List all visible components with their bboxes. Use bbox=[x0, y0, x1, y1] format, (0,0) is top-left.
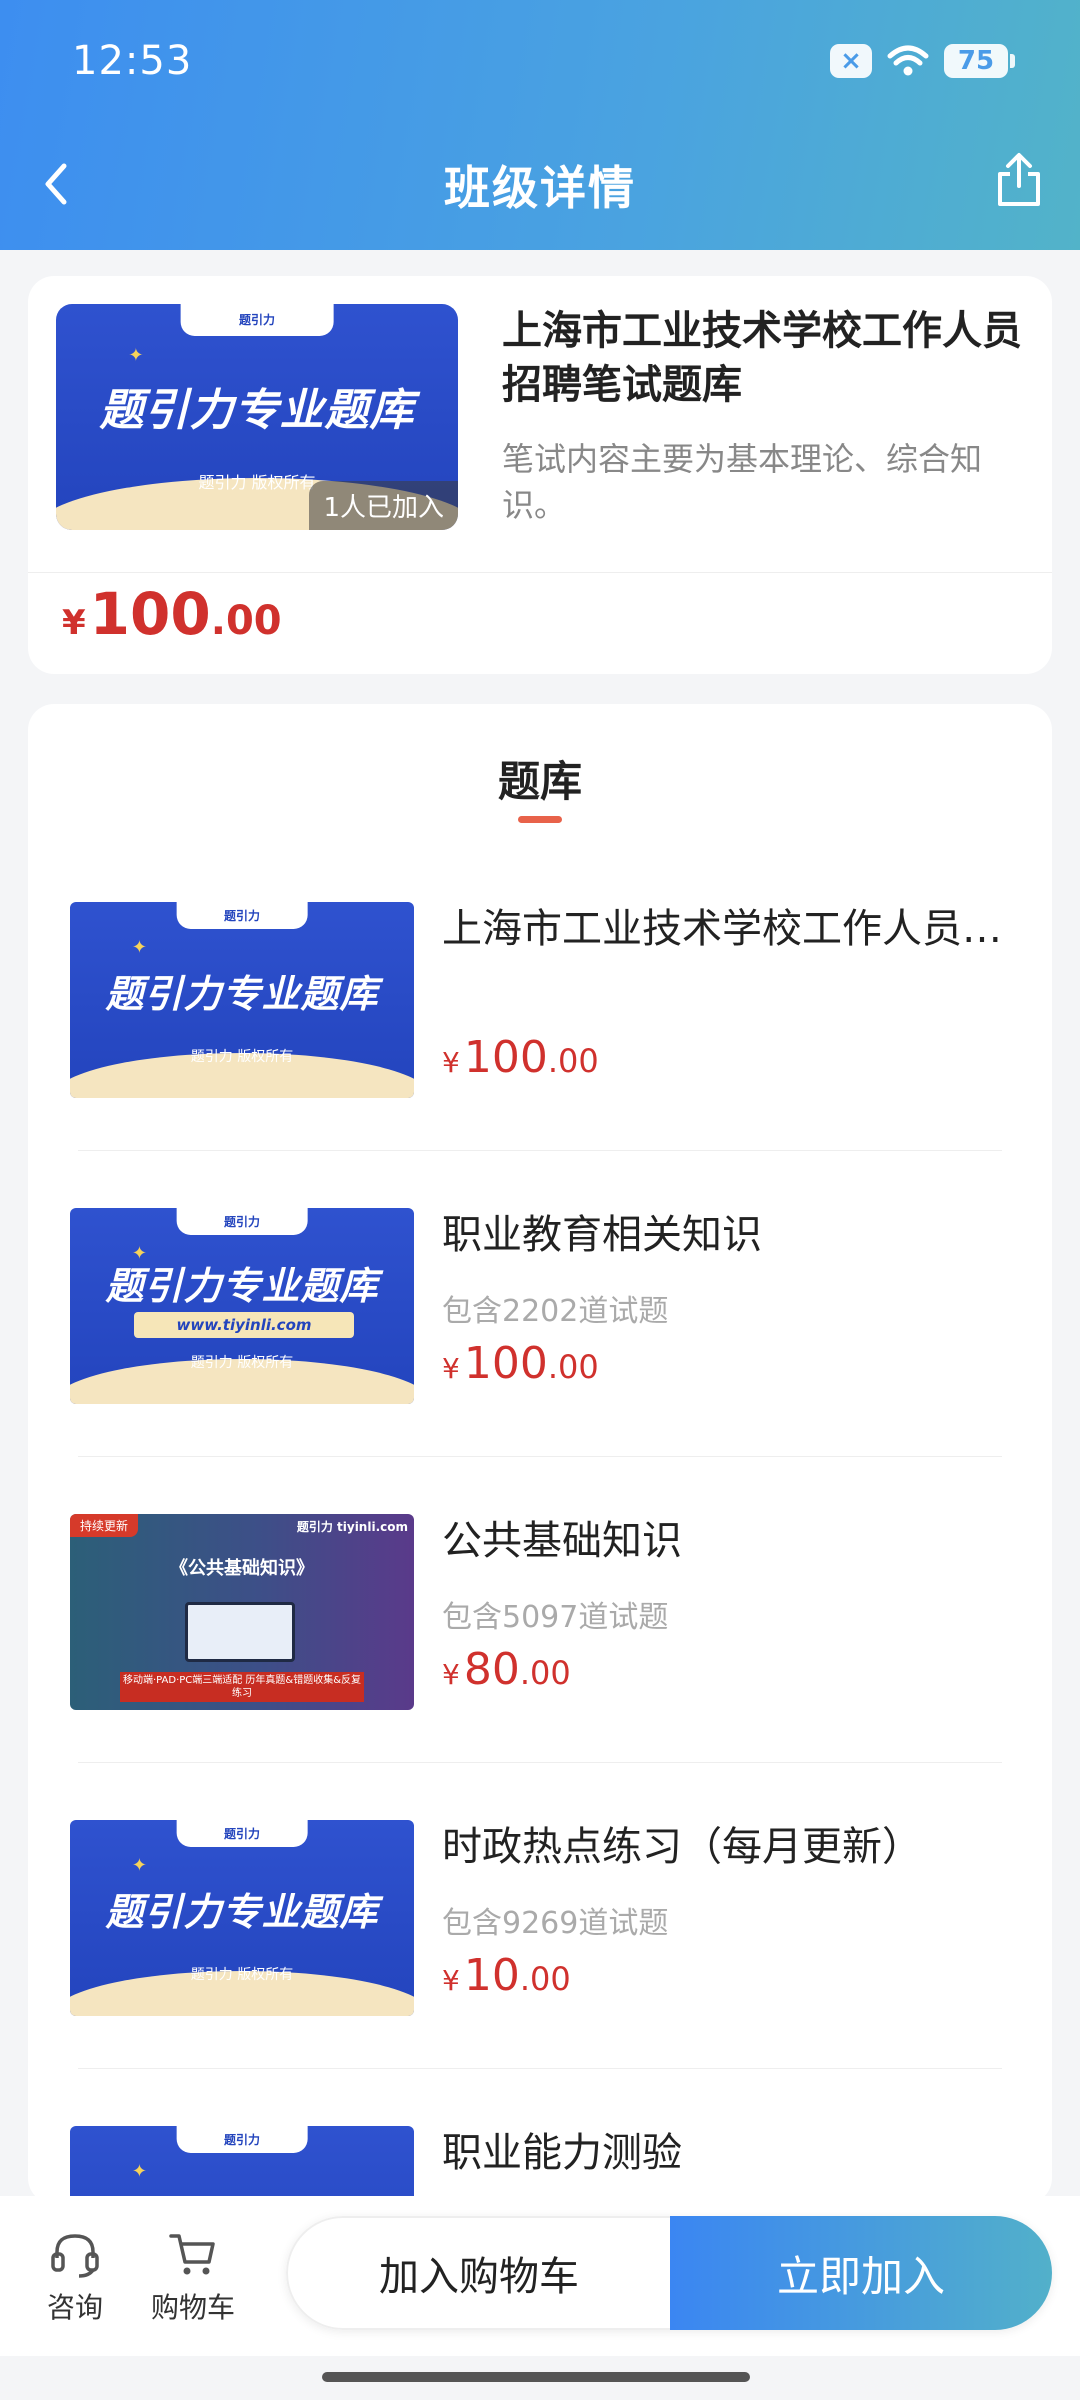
item-title: 公共基础知识 bbox=[442, 1518, 682, 1564]
price-decimal: .00 bbox=[210, 598, 282, 644]
list-item[interactable]: 题引力 ✦ 题引力专业题库 题引力 版权所有 时政热点练习（每月更新） 包含92… bbox=[28, 1820, 1052, 2126]
cover-bar: 移动端·PAD·PC端三端适配 历年真题&错题收集&反复练习 bbox=[120, 1672, 364, 1702]
home-indicator[interactable] bbox=[322, 2372, 750, 2382]
status-time: 12:53 bbox=[72, 38, 193, 84]
class-price: ¥ 100 .00 bbox=[62, 580, 282, 648]
cover-top-tag: 题引力 bbox=[176, 1208, 308, 1236]
cart-label: 购物车 bbox=[150, 2291, 235, 2324]
item-title: 职业教育相关知识 bbox=[442, 1212, 762, 1258]
list-item[interactable]: 题引力 ✦ 题引力专业题库 www.tiyinli.com 题引力 版权所有 职… bbox=[28, 1208, 1052, 1514]
headset-icon bbox=[51, 2234, 99, 2278]
divider bbox=[78, 1762, 1002, 1763]
item-count: 包含2202道试题 bbox=[442, 1294, 669, 1329]
joined-count: 1人已加入 bbox=[309, 481, 458, 530]
wifi-icon bbox=[887, 45, 929, 76]
cover-top-tag: 题引力 bbox=[180, 304, 334, 336]
cart-icon bbox=[169, 2234, 215, 2275]
star-icon: ✦ bbox=[131, 2161, 147, 2183]
item-cover-image: 题引力 ✦ 题引力专业题库 题引力 版权所有 bbox=[70, 1820, 414, 2016]
notification-x-icon: × bbox=[830, 44, 872, 78]
price-symbol: ¥ bbox=[442, 1046, 460, 1079]
cover-title: 题引力专业题库 bbox=[105, 1889, 379, 1934]
item-count: 包含5097道试题 bbox=[442, 1600, 669, 1635]
cart-button[interactable]: 购物车 bbox=[148, 2230, 238, 2326]
item-cover-image: 持续更新 题引力 tiyinli.com 《公共基础知识》 移动端·PAD·PC… bbox=[70, 1514, 414, 1710]
price-integer: 10 bbox=[463, 1950, 520, 2001]
consult-button[interactable]: 咨询 bbox=[30, 2230, 120, 2326]
class-cover-image: 题引力 ✦ 题引力专业题库 题引力 版权所有 1人已加入 bbox=[56, 304, 458, 530]
price-integer: 100 bbox=[463, 1032, 548, 1083]
list-item[interactable]: 题引力 ✦ 题引力专业题库 职业能力测验 bbox=[28, 2126, 1052, 2204]
price-integer: 80 bbox=[463, 1644, 520, 1695]
price-decimal: .00 bbox=[519, 1654, 571, 1692]
cover-title: 题引力专业题库 bbox=[105, 971, 379, 1016]
action-buttons: 加入购物车 立即加入 bbox=[286, 2216, 1052, 2330]
class-description: 笔试内容主要为基本理论、综合知识。 bbox=[502, 440, 983, 524]
cover-top-tag: 题引力 bbox=[176, 1820, 308, 1848]
price-symbol: ¥ bbox=[442, 1964, 460, 1997]
join-now-button[interactable]: 立即加入 bbox=[670, 2216, 1052, 2330]
divider bbox=[78, 1150, 1002, 1151]
price-integer: 100 bbox=[89, 580, 211, 648]
tab-question-bank[interactable]: 题库 bbox=[28, 748, 1052, 809]
price-decimal: .00 bbox=[547, 1348, 599, 1386]
item-cover-image: 题引力 ✦ 题引力专业题库 www.tiyinli.com 题引力 版权所有 bbox=[70, 1208, 414, 1404]
list-item[interactable]: 题引力 ✦ 题引力专业题库 题引力 版权所有 上海市工业技术学校工作人员招聘笔试… bbox=[28, 902, 1052, 1208]
price-decimal: .00 bbox=[547, 1042, 599, 1080]
price-integer: 100 bbox=[463, 1338, 548, 1389]
cover-subtitle: 题引力 版权所有 bbox=[190, 1967, 294, 1983]
cover-title: 《公共基础知识》 bbox=[170, 1558, 314, 1579]
divider bbox=[78, 1456, 1002, 1457]
status-icons: × 75 bbox=[830, 44, 1015, 78]
price-decimal: .00 bbox=[519, 1960, 571, 1998]
header: 12:53 × 75 班级详情 bbox=[0, 0, 1080, 250]
item-title: 时政热点练习（每月更新） bbox=[442, 1824, 922, 1870]
divider bbox=[28, 572, 1052, 573]
page-title: 班级详情 bbox=[444, 161, 636, 215]
item-cover-image: 题引力 ✦ 题引力专业题库 题引力 版权所有 bbox=[70, 902, 414, 1098]
item-price: ¥ 100 .00 bbox=[442, 1338, 599, 1389]
divider bbox=[78, 2068, 1002, 2069]
cover-subtitle: 题引力 版权所有 bbox=[190, 1355, 294, 1371]
bottom-action-bar: 咨询 购物车 加入购物车 立即加入 bbox=[0, 2196, 1080, 2356]
star-icon: ✦ bbox=[131, 937, 147, 959]
add-to-cart-button[interactable]: 加入购物车 bbox=[286, 2216, 670, 2330]
share-button[interactable] bbox=[994, 152, 1044, 212]
price-symbol: ¥ bbox=[442, 1352, 460, 1385]
price-symbol: ¥ bbox=[442, 1658, 460, 1691]
item-count: 包含9269道试题 bbox=[442, 1906, 669, 1941]
star-icon: ✦ bbox=[128, 344, 144, 366]
device-screen bbox=[185, 1602, 295, 1662]
star-icon: ✦ bbox=[131, 1855, 147, 1877]
question-bank-card: 题库 题引力 ✦ 题引力专业题库 题引力 版权所有 上海市工业技术学校工作人员招… bbox=[28, 704, 1052, 2204]
cover-brand: 题引力 tiyinli.com bbox=[296, 1520, 408, 1534]
share-icon bbox=[998, 153, 1040, 206]
item-price: ¥ 10 .00 bbox=[442, 1950, 571, 2001]
item-title: 职业能力测验 bbox=[442, 2130, 682, 2176]
battery-icon: 75 bbox=[944, 44, 1015, 78]
price-symbol: ¥ bbox=[62, 603, 86, 643]
cover-badge: 持续更新 bbox=[70, 1514, 139, 1537]
class-summary-card: 题引力 ✦ 题引力专业题库 题引力 版权所有 1人已加入 上海市工业技术学校工作… bbox=[28, 276, 1052, 674]
item-title: 上海市工业技术学校工作人员招聘笔试题库 bbox=[442, 906, 1022, 952]
tab-indicator bbox=[518, 816, 562, 823]
item-price: ¥ 80 .00 bbox=[442, 1644, 571, 1695]
item-cover-image: 题引力 ✦ 题引力专业题库 bbox=[70, 2126, 414, 2204]
cover-subtitle: 题引力 版权所有 bbox=[190, 1049, 294, 1065]
cover-url: www.tiyinli.com bbox=[134, 1312, 354, 1338]
consult-label: 咨询 bbox=[46, 2291, 103, 2324]
class-title: 上海市工业技术学校工作人员招聘笔试题库 bbox=[502, 308, 1022, 408]
cover-title: 题引力专业题库 bbox=[99, 385, 415, 437]
item-price: ¥ 100 .00 bbox=[442, 1032, 599, 1083]
cover-top-tag: 题引力 bbox=[176, 2126, 308, 2154]
cover-title: 题引力专业题库 bbox=[105, 1264, 379, 1309]
cover-top-tag: 题引力 bbox=[176, 902, 308, 930]
list-item[interactable]: 持续更新 题引力 tiyinli.com 《公共基础知识》 移动端·PAD·PC… bbox=[28, 1514, 1052, 1820]
